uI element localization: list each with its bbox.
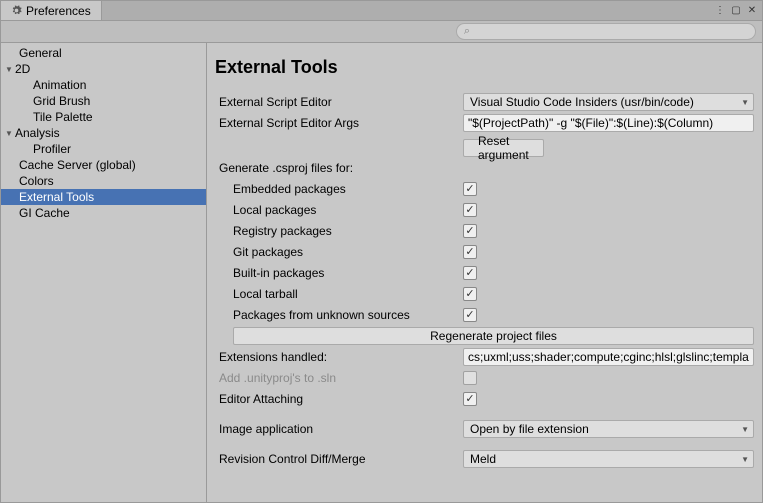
sidebar-item-animation[interactable]: Animation [1,77,206,93]
preferences-window: Preferences ⋮ ▢ ✕ ⌕ General ▼2D Animatio… [0,0,763,503]
row-ext-args: External Script Editor Args [215,113,754,133]
sidebar: General ▼2D Animation Grid Brush Tile Pa… [1,43,207,502]
label-registry: Registry packages [215,224,463,238]
chevron-down-icon: ▼ [741,455,749,464]
sidebar-item-analysis[interactable]: ▼Analysis [1,125,206,141]
embedded-packages-checkbox[interactable] [463,182,477,196]
image-application-dropdown[interactable]: Open by file extension▼ [463,420,754,438]
row-add-proj: Add .unityproj's to .sln [215,368,754,388]
row-builtin: Built-in packages [215,263,754,283]
regenerate-project-files-button[interactable]: Regenerate project files [233,327,754,345]
main-panel: External Tools External Script Editor Vi… [207,43,762,502]
label-unknown: Packages from unknown sources [215,308,463,322]
label-local: Local packages [215,203,463,217]
label-image-app: Image application [215,422,463,436]
label-gen-header: Generate .csproj files for: [215,161,463,175]
gear-icon [11,5,22,16]
search-input[interactable] [456,23,756,40]
reset-argument-button[interactable]: Reset argument [463,139,544,157]
label-builtin: Built-in packages [215,266,463,280]
row-local: Local packages [215,200,754,220]
chevron-down-icon: ▼ [5,65,15,74]
label-add-proj: Add .unityproj's to .sln [215,371,463,385]
row-regen: Regenerate project files [215,326,754,346]
row-ext-handled: Extensions handled: [215,347,754,367]
preferences-tab[interactable]: Preferences [1,1,102,20]
sidebar-item-external-tools[interactable]: External Tools [1,189,206,205]
detach-icon[interactable]: ▢ [730,5,742,17]
sidebar-item-gi-cache[interactable]: GI Cache [1,205,206,221]
titlebar: Preferences ⋮ ▢ ✕ [1,1,762,21]
label-embedded: Embedded packages [215,182,463,196]
row-editor-attach: Editor Attaching [215,389,754,409]
git-packages-checkbox[interactable] [463,245,477,259]
label-rev-ctrl: Revision Control Diff/Merge [215,452,463,466]
builtin-packages-checkbox[interactable] [463,266,477,280]
menu-icon[interactable]: ⋮ [714,5,726,17]
label-ext-args: External Script Editor Args [215,116,463,130]
row-unknown: Packages from unknown sources [215,305,754,325]
revision-control-dropdown[interactable]: Meld▼ [463,450,754,468]
label-git: Git packages [215,245,463,259]
sidebar-item-profiler[interactable]: Profiler [1,141,206,157]
registry-packages-checkbox[interactable] [463,224,477,238]
row-reset: Reset argument [215,134,754,157]
unknown-sources-checkbox[interactable] [463,308,477,322]
external-script-args-input[interactable] [463,114,754,132]
row-git: Git packages [215,242,754,262]
sidebar-item-2d[interactable]: ▼2D [1,61,206,77]
titlebar-spacer [102,1,710,20]
extensions-handled-input[interactable] [463,348,754,366]
add-unityproj-checkbox [463,371,477,385]
row-image-app: Image application Open by file extension… [215,419,754,439]
sidebar-item-general[interactable]: General [1,45,206,61]
local-tarball-checkbox[interactable] [463,287,477,301]
sidebar-item-cache-server[interactable]: Cache Server (global) [1,157,206,173]
chevron-down-icon: ▼ [741,98,749,107]
close-icon[interactable]: ✕ [746,5,758,17]
sidebar-item-colors[interactable]: Colors [1,173,206,189]
titlebar-controls: ⋮ ▢ ✕ [710,1,762,20]
label-tarball: Local tarball [215,287,463,301]
row-ext-editor: External Script Editor Visual Studio Cod… [215,92,754,112]
chevron-down-icon: ▼ [5,129,15,138]
external-script-editor-dropdown[interactable]: Visual Studio Code Insiders (usr/bin/cod… [463,93,754,111]
sidebar-item-tile-palette[interactable]: Tile Palette [1,109,206,125]
row-embedded: Embedded packages [215,179,754,199]
label-editor-attach: Editor Attaching [215,392,463,406]
local-packages-checkbox[interactable] [463,203,477,217]
page-title: External Tools [215,57,754,78]
chevron-down-icon: ▼ [741,425,749,434]
tab-title: Preferences [26,4,91,18]
content-area: General ▼2D Animation Grid Brush Tile Pa… [1,43,762,502]
row-rev-ctrl: Revision Control Diff/Merge Meld▼ [215,449,754,469]
label-ext-handled: Extensions handled: [215,350,463,364]
search-bar: ⌕ [1,21,762,43]
sidebar-item-grid-brush[interactable]: Grid Brush [1,93,206,109]
search-icon: ⌕ [464,25,470,38]
editor-attaching-checkbox[interactable] [463,392,477,406]
row-tarball: Local tarball [215,284,754,304]
label-ext-editor: External Script Editor [215,95,463,109]
row-registry: Registry packages [215,221,754,241]
